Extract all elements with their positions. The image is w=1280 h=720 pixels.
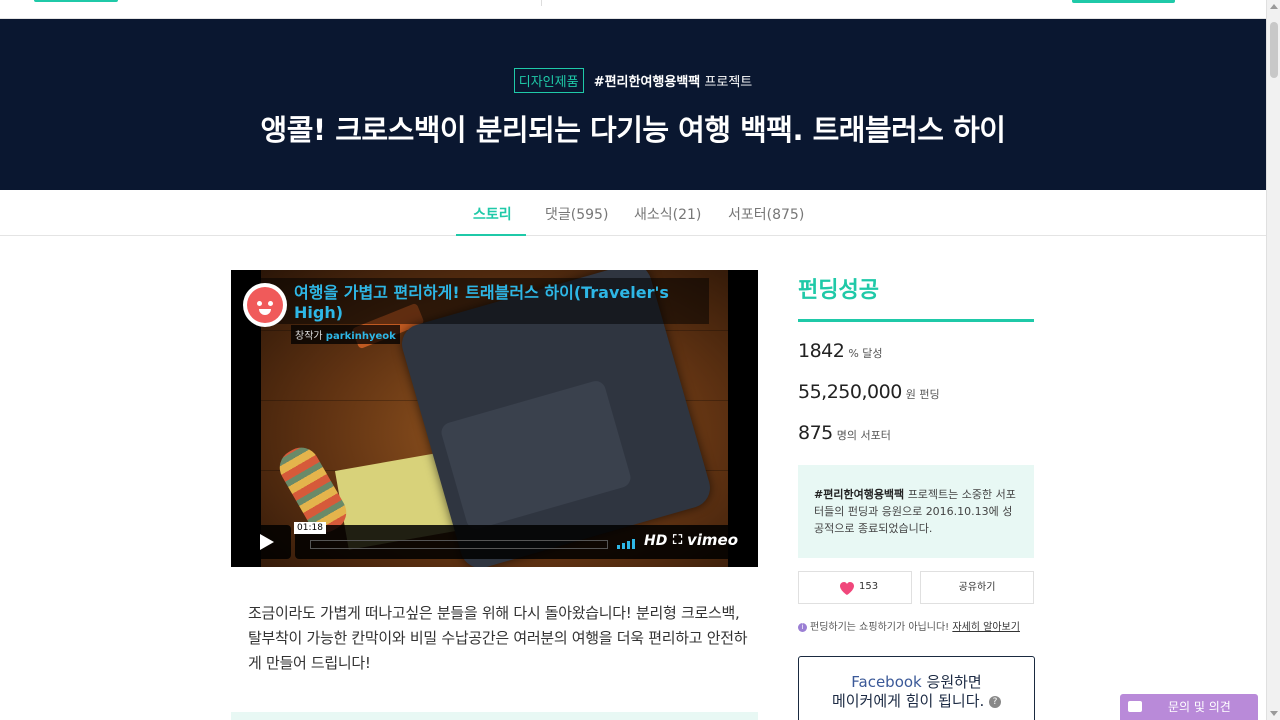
video-byline: 창작가 parkinhyeok [291, 325, 400, 344]
video-player[interactable]: 여행을 가볍고 편리하게! 트래블러스 하이(Traveler's High) … [231, 270, 758, 567]
info-icon: i [798, 622, 807, 632]
story-next-section [231, 712, 758, 720]
heart-icon [840, 582, 854, 595]
tab-story[interactable]: 스토리 [473, 204, 512, 224]
amount-unit: 원 펀딩 [905, 388, 940, 401]
project-hero: 디자인제품 #편리한여행용백팩 프로젝트 앵콜! 크로스백이 분리되는 다기능 … [0, 19, 1266, 190]
like-button[interactable]: 153 [798, 571, 912, 604]
video-time: 01:18 [294, 522, 326, 534]
fullscreen-icon[interactable]: ⛶ [673, 533, 682, 548]
funding-info: i 펀딩하기는 쇼핑하기가 아닙니다! 자세히 알아보기 [798, 618, 1020, 633]
control-bar: HD ⛶ vimeo [295, 525, 750, 559]
tab-comments[interactable]: 댓글(595) [545, 204, 608, 224]
feedback-widget[interactable]: 문의 및 의견 [1120, 694, 1258, 720]
hd-toggle[interactable]: HD [644, 533, 667, 549]
avatar-eye [268, 301, 273, 306]
nav-divider [541, 0, 542, 6]
nav-cta-button[interactable] [1072, 0, 1175, 3]
avatar-eye [257, 301, 262, 306]
video-controls: HD ⛶ vimeo 01:18 [239, 522, 750, 559]
feedback-label: 문의 및 의견 [1168, 700, 1231, 714]
stat-amount: 55,250,000 원 펀딩 [798, 381, 940, 403]
avatar-mouth [259, 309, 271, 315]
facebook-label: Facebook [851, 673, 922, 691]
video-author[interactable]: parkinhyeok [326, 331, 396, 342]
fb-line-1: Facebook 응원하면 [799, 673, 1034, 692]
project-title: 앵콜! 크로스백이 분리되는 다기능 여행 백팩. 트래블러스 하이 [260, 113, 1006, 147]
funding-notice: #편리한여행용백팩 프로젝트는 소중한 서포터들의 펀딩과 응원으로 2016.… [798, 465, 1034, 558]
story-intro: 조금이라도 가볍게 떠나고싶은 분들을 위해 다시 돌아왔습니다! 분리형 크로… [248, 604, 748, 672]
stat-percent: 1842% 달성 [798, 340, 883, 362]
funding-progress-bar [798, 319, 1034, 322]
creator-avatar[interactable] [243, 283, 287, 327]
tab-supporters[interactable]: 서포터(875) [728, 204, 804, 224]
help-icon[interactable]: ? [989, 695, 1002, 708]
active-tab-indicator [456, 234, 526, 236]
learn-more-link[interactable]: 자세히 알아보기 [952, 622, 1020, 633]
scroll-up-icon[interactable] [1270, 4, 1278, 9]
progress-track[interactable] [310, 540, 608, 549]
project-tabs: 스토리 댓글(595) 새소식(21) 서포터(875) [0, 190, 1266, 236]
project-hashtag[interactable]: #편리한여행용백팩 [594, 75, 701, 90]
play-icon [260, 534, 274, 550]
top-navigation [0, 0, 1266, 19]
fb-line-2: 메이커에게 힘이 됩니다. ? [799, 692, 1034, 711]
supporters-unit: 명의 서포터 [836, 429, 891, 442]
stat-supporters: 875 명의 서포터 [798, 422, 891, 444]
facebook-support-box[interactable]: Facebook 응원하면 메이커에게 힘이 됩니다. ? [798, 656, 1035, 720]
page-scrollbar[interactable] [1266, 0, 1280, 720]
category-badge[interactable]: 디자인제품 [513, 68, 584, 93]
play-button[interactable] [239, 525, 291, 559]
vimeo-logo[interactable]: vimeo [687, 531, 738, 549]
avatar-face-icon [247, 287, 283, 323]
notice-hashtag: #편리한여행용백팩 [814, 488, 905, 501]
project-hashtag-suffix: 프로젝트 [704, 75, 753, 90]
fb-line-2-text: 메이커에게 힘이 됩니다. [831, 692, 985, 710]
scrollbar-thumb[interactable] [1270, 22, 1278, 78]
supporters-value: 875 [798, 422, 833, 444]
fb-line-1-suffix: 응원하면 [926, 673, 982, 691]
site-logo[interactable] [34, 0, 118, 2]
project-tags: 디자인제품 #편리한여행용백팩 프로젝트 [0, 68, 1266, 93]
info-text: 펀딩하기는 쇼핑하기가 아닙니다! [810, 622, 950, 633]
volume-icon[interactable] [617, 537, 637, 549]
amount-value: 55,250,000 [798, 381, 902, 403]
like-count: 153 [859, 581, 879, 592]
video-title[interactable]: 여행을 가볍고 편리하게! 트래블러스 하이(Traveler's High) [294, 283, 714, 323]
share-button[interactable]: 공유하기 [920, 571, 1034, 604]
percent-unit: % 달성 [848, 347, 883, 360]
byline-prefix: 창작가 [295, 331, 323, 342]
percent-value: 1842 [798, 340, 845, 362]
tab-news[interactable]: 새소식(21) [634, 204, 701, 224]
chat-bubble-icon [1128, 701, 1142, 712]
funding-status: 펀딩성공 [798, 278, 879, 303]
scroll-down-icon[interactable] [1270, 711, 1278, 716]
